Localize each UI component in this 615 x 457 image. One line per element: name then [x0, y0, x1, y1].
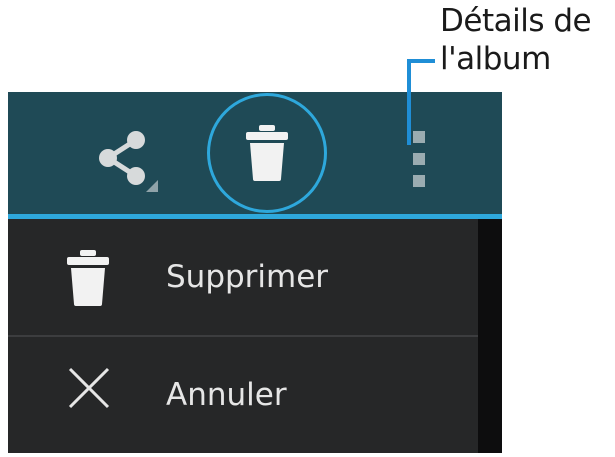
close-icon [68, 367, 110, 409]
menu-shadow-edge [478, 219, 502, 453]
screenshot-page: Détails de l'album Supprimer Annuler [0, 0, 615, 457]
callout-text-line2: l'album [440, 41, 551, 77]
callout-leader-horizontal [407, 59, 435, 63]
delete-button[interactable] [207, 93, 327, 213]
menu-item-delete-label: Supprimer [166, 259, 329, 295]
album-details-callout: Détails de l'album [440, 2, 615, 78]
menu-item-cancel[interactable]: Annuler [8, 337, 478, 453]
trash-icon [246, 125, 288, 181]
overflow-menu-icon [413, 131, 425, 187]
action-menu: Supprimer Annuler [8, 219, 478, 453]
album-details-button[interactable] [398, 128, 442, 190]
share-button[interactable] [88, 122, 160, 194]
menu-item-cancel-label: Annuler [166, 377, 287, 413]
share-icon [99, 131, 158, 192]
trash-icon [67, 250, 109, 306]
callout-text-line1: Détails de [440, 3, 592, 39]
menu-item-delete[interactable]: Supprimer [8, 219, 478, 335]
